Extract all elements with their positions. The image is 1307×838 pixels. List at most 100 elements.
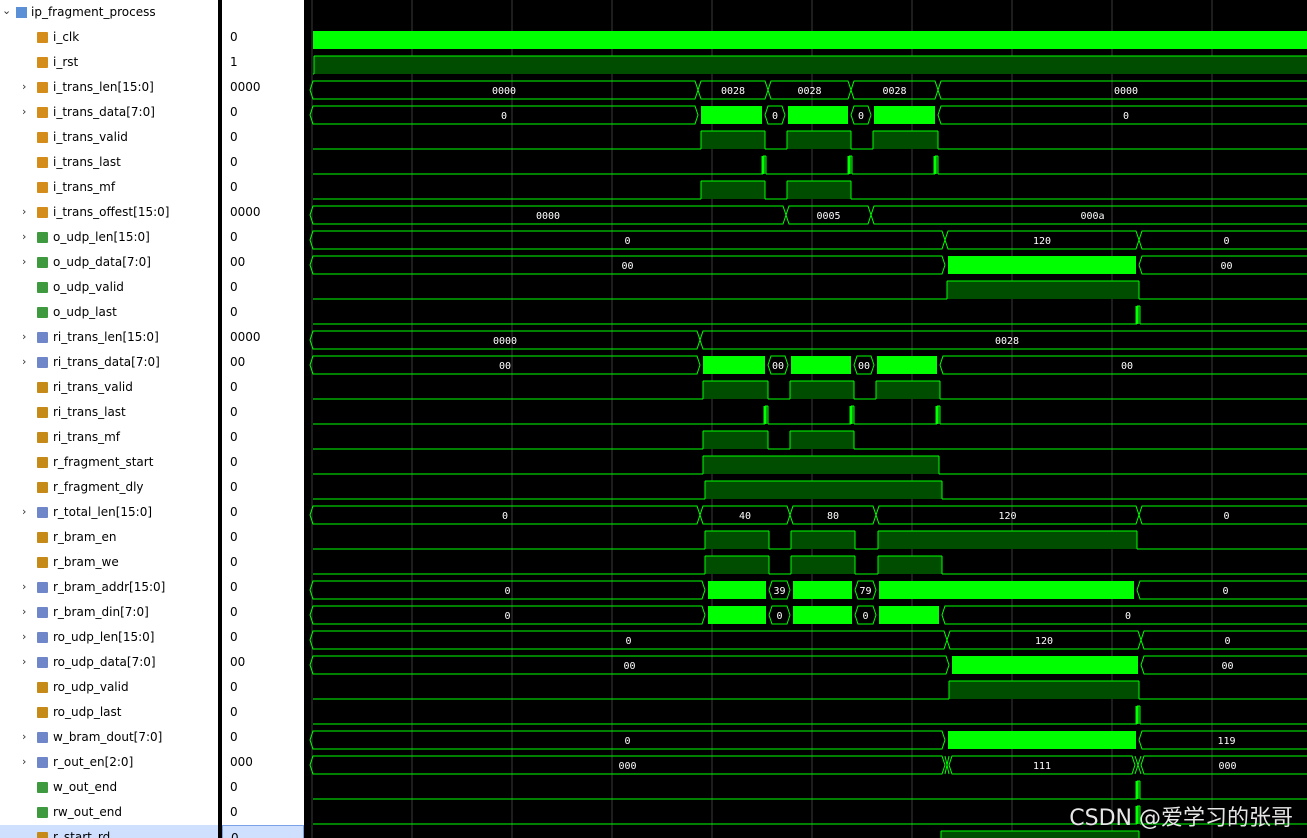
signal-value-row[interactable]: 0 xyxy=(222,800,304,825)
bus-value-label: 0 xyxy=(625,636,631,647)
signal-value-row[interactable]: 0 xyxy=(222,425,304,450)
waveform-pane[interactable]: 0000 0028 0028 0028 0000 0 0 0 0 0000 0005 000a 0 120… xyxy=(309,0,1307,838)
bit-high-fill xyxy=(791,531,855,549)
chevron-right-icon[interactable]: › xyxy=(22,655,26,668)
signal-value-row[interactable]: 00 xyxy=(222,650,304,675)
chevron-right-icon[interactable]: › xyxy=(22,505,26,518)
signal-row[interactable]: ro_udp_last xyxy=(0,700,218,725)
signal-value-row[interactable]: 0 xyxy=(222,175,304,200)
signal-value-row[interactable]: 0 xyxy=(222,125,304,150)
signal-row[interactable]: › ri_trans_data[7:0] xyxy=(0,350,218,375)
signal-row[interactable]: i_trans_mf xyxy=(0,175,218,200)
signal-value-row[interactable]: 0 xyxy=(222,25,304,50)
chevron-right-icon[interactable]: › xyxy=(22,730,26,743)
tree-root-row[interactable]: ⌄ ip_fragment_process xyxy=(0,0,218,25)
signal-value-row[interactable]: 0000 xyxy=(222,75,304,100)
bus-value-label: 120 xyxy=(998,511,1016,522)
signal-value-row[interactable]: 0000 xyxy=(222,325,304,350)
signal-value-row[interactable]: 0 xyxy=(222,675,304,700)
chevron-right-icon[interactable]: › xyxy=(22,205,26,218)
signal-value-row[interactable]: 0 xyxy=(222,475,304,500)
signal-value-row[interactable]: 0 xyxy=(222,725,304,750)
signal-value-row[interactable]: 00 xyxy=(222,250,304,275)
signal-row[interactable]: › w_bram_dout[7:0] xyxy=(0,725,218,750)
signal-row[interactable]: o_udp_valid xyxy=(0,275,218,300)
bus-value-label: 0000 xyxy=(492,86,516,97)
signal-value-row[interactable]: 0 xyxy=(222,700,304,725)
signal-value-row[interactable]: 0 xyxy=(222,500,304,525)
signal-row[interactable]: › i_trans_offest[15:0] xyxy=(0,200,218,225)
signal-row[interactable]: r_bram_we xyxy=(0,550,218,575)
chevron-right-icon[interactable]: › xyxy=(22,105,26,118)
signal-row[interactable]: ri_trans_mf xyxy=(0,425,218,450)
signal-value-row[interactable]: 00 xyxy=(222,350,304,375)
signal-value-row[interactable]: 0 xyxy=(222,300,304,325)
waveform-canvas[interactable]: 0000 0028 0028 0028 00000 0 0 00000 0005 000a0 120… xyxy=(309,0,1307,838)
signal-row[interactable]: › r_bram_addr[15:0] xyxy=(0,575,218,600)
signal-value-row[interactable]: 0 xyxy=(222,825,304,838)
signal-row[interactable]: r_fragment_start xyxy=(0,450,218,475)
signal-row[interactable]: ri_trans_valid xyxy=(0,375,218,400)
signal-row[interactable]: › i_trans_data[7:0] xyxy=(0,100,218,125)
signal-value-row[interactable]: 0 xyxy=(222,600,304,625)
signal-value-row[interactable]: 000 xyxy=(222,750,304,775)
signal-value-row[interactable]: 0 xyxy=(222,100,304,125)
chevron-right-icon[interactable]: › xyxy=(22,355,26,368)
signal-value: 0 xyxy=(230,780,238,794)
signal-row[interactable]: w_out_end xyxy=(0,775,218,800)
signal-value-row[interactable]: 0 xyxy=(222,575,304,600)
signal-value-row[interactable]: 0000 xyxy=(222,200,304,225)
chevron-right-icon[interactable]: › xyxy=(22,330,26,343)
signal-row[interactable]: rw_out_end xyxy=(0,800,218,825)
signal-value-row[interactable]: 0 xyxy=(222,450,304,475)
signal-row[interactable]: › o_udp_data[7:0] xyxy=(0,250,218,275)
chevron-right-icon[interactable]: › xyxy=(22,580,26,593)
bus-signal-icon xyxy=(37,107,48,118)
chevron-right-icon[interactable]: › xyxy=(22,755,26,768)
signal-row[interactable]: i_clk xyxy=(0,25,218,50)
signal-row[interactable]: › r_out_en[2:0] xyxy=(0,750,218,775)
signal-value-row[interactable]: 0 xyxy=(222,275,304,300)
signal-row[interactable]: ro_udp_valid xyxy=(0,675,218,700)
signal-row[interactable]: › ro_udp_len[15:0] xyxy=(0,625,218,650)
chevron-right-icon[interactable]: › xyxy=(22,255,26,268)
signal-row[interactable]: › i_trans_len[15:0] xyxy=(0,75,218,100)
bit-high-fill xyxy=(790,381,854,399)
signal-row[interactable]: i_trans_valid xyxy=(0,125,218,150)
chevron-right-icon[interactable]: › xyxy=(22,80,26,93)
bit-signal-icon xyxy=(37,432,48,443)
signal-row[interactable]: i_trans_last xyxy=(0,150,218,175)
signal-row[interactable]: › ro_udp_data[7:0] xyxy=(0,650,218,675)
chevron-right-icon[interactable]: › xyxy=(22,230,26,243)
signal-value-row[interactable]: 0 xyxy=(222,150,304,175)
signal-value-row[interactable]: 1 xyxy=(222,50,304,75)
signal-row[interactable]: r_start_rd xyxy=(0,825,218,838)
signal-row[interactable]: › o_udp_len[15:0] xyxy=(0,225,218,250)
signal-value-row[interactable]: 0 xyxy=(222,400,304,425)
signal-value: 000 xyxy=(230,755,253,769)
bus-signal-icon xyxy=(37,257,48,268)
signal-name: w_bram_dout[7:0] xyxy=(53,730,163,744)
bit-signal-icon xyxy=(37,182,48,193)
signal-value-row[interactable]: 0 xyxy=(222,225,304,250)
signal-row[interactable]: o_udp_last xyxy=(0,300,218,325)
bus-value-label: 000 xyxy=(1218,761,1236,772)
signal-row[interactable]: › ri_trans_len[15:0] xyxy=(0,325,218,350)
chevron-right-icon[interactable]: › xyxy=(22,605,26,618)
signal-row[interactable]: r_fragment_dly xyxy=(0,475,218,500)
signal-name: ro_udp_valid xyxy=(53,680,129,694)
signal-row[interactable]: ri_trans_last xyxy=(0,400,218,425)
signal-value-row[interactable]: 0 xyxy=(222,775,304,800)
signal-value: 0 xyxy=(230,530,238,544)
signal-row[interactable]: › r_total_len[15:0] xyxy=(0,500,218,525)
chevron-down-icon[interactable]: ⌄ xyxy=(2,4,11,17)
signal-value-row[interactable]: 0 xyxy=(222,625,304,650)
signal-value-row[interactable]: 0 xyxy=(222,550,304,575)
signal-value-row[interactable]: 0 xyxy=(222,375,304,400)
signal-value-row[interactable]: 0 xyxy=(222,525,304,550)
signal-row[interactable]: r_bram_en xyxy=(0,525,218,550)
signal-row[interactable]: i_rst xyxy=(0,50,218,75)
signal-row[interactable]: › r_bram_din[7:0] xyxy=(0,600,218,625)
bus-value-label: 0 xyxy=(502,511,508,522)
chevron-right-icon[interactable]: › xyxy=(22,630,26,643)
